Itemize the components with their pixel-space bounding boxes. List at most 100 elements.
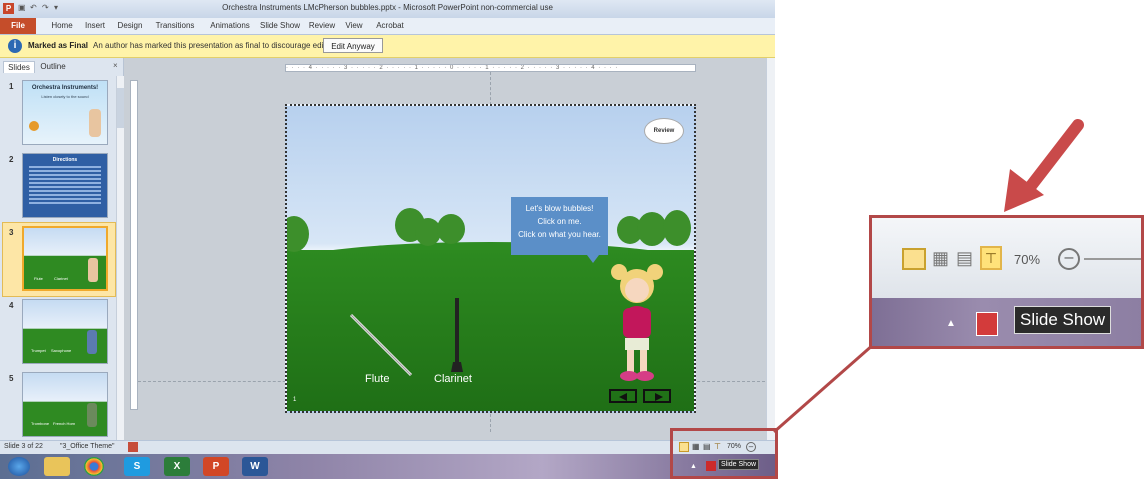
thumbnail-caption: Saxophone (51, 348, 72, 353)
thumbnail-number: 5 (9, 374, 14, 383)
panel-scrollbar[interactable] (116, 76, 124, 440)
clarinet-label: Clarinet (434, 373, 472, 385)
tab-file[interactable]: File (0, 18, 36, 34)
thumbnail-number: 3 (9, 228, 14, 237)
tab-review[interactable]: Review (306, 20, 338, 32)
slide-thumbnail-2[interactable]: Directions (22, 153, 108, 218)
flute-icon[interactable] (347, 311, 417, 381)
slide-sorter-icon[interactable]: ▦ (932, 248, 949, 269)
thumbnail-caption: Flute (34, 276, 43, 281)
scrollbar-thumb[interactable] (117, 88, 124, 128)
taskbar: S X P W ▲ Slide Show (0, 454, 775, 479)
slide-canvas[interactable]: Review Let's blow bubbles! Click on me. … (285, 104, 696, 413)
thumbnail-caption: Trombone (31, 421, 50, 426)
thumbnail-caption: Trumpet (31, 348, 46, 353)
marked-as-final-bar: i Marked as Final An author has marked t… (0, 35, 775, 58)
tab-design[interactable]: Design (114, 20, 146, 32)
slides-panel: Slides Outline × 1 Orchestra Instruments… (0, 58, 124, 440)
tab-insert[interactable]: Insert (80, 20, 110, 32)
flute-label: Flute (365, 373, 390, 385)
speech-bubble-tail (587, 255, 599, 263)
tree-icon (663, 210, 691, 246)
edit-anyway-button[interactable]: Edit Anyway (323, 38, 383, 53)
vertical-ruler (130, 80, 138, 410)
slide-show-tooltip: Slide Show (1014, 306, 1112, 334)
file-explorer-icon[interactable] (44, 457, 70, 476)
zoom-out-icon[interactable]: – (1058, 248, 1080, 270)
powerpoint-window: P ▣ ↶ ↷ ▾ Orchestra Instruments LMcPhers… (0, 0, 775, 479)
thumbnail-caption: French Horn (53, 421, 76, 426)
zoom-taskbar: ▲ Slide Show (872, 298, 1141, 346)
powerpoint-taskbar-icon[interactable]: P (203, 457, 229, 476)
horizontal-ruler: · · · · 4 · · · · · 3 · · · · · 2 · · · … (285, 64, 696, 72)
slide-thumbnail-3[interactable]: Flute Clarinet (22, 226, 108, 291)
close-panel-icon[interactable]: × (113, 61, 118, 70)
previous-slide-button[interactable] (609, 389, 637, 403)
review-button[interactable]: Review (644, 118, 684, 144)
clarinet-icon[interactable] (450, 296, 464, 374)
normal-view-icon[interactable] (902, 248, 926, 270)
tab-slides[interactable]: Slides (3, 61, 35, 73)
ribbon-tabs: File Home Insert Design Transitions Anim… (0, 18, 775, 35)
tab-outline[interactable]: Outline (36, 61, 70, 72)
sun-icon (29, 121, 39, 131)
character-icon (87, 403, 97, 427)
bubble-line-3: Click on what you hear. (518, 230, 601, 239)
word-icon[interactable]: W (242, 457, 268, 476)
start-button-icon[interactable] (8, 457, 30, 476)
skype-icon[interactable]: S (124, 457, 150, 476)
tab-transitions[interactable]: Transitions (150, 20, 200, 32)
annotation-small-box (670, 428, 778, 479)
tab-slide-show[interactable]: Slide Show (258, 20, 302, 32)
tab-home[interactable]: Home (48, 20, 76, 32)
theme-name[interactable]: "3_Office Theme" (60, 443, 115, 450)
thumbnail-number: 2 (9, 155, 14, 164)
slide-show-icon[interactable]: ⊤ (980, 246, 1002, 270)
bubble-line-2: Click on me. (537, 217, 582, 226)
excel-icon[interactable]: X (164, 457, 190, 476)
tree-icon (437, 214, 465, 244)
speech-bubble[interactable]: Let's blow bubbles! Click on me. Click o… (511, 197, 608, 255)
slide-thumbnail-4[interactable]: Trumpet Saxophone (22, 299, 108, 364)
thumbnail-number: 4 (9, 301, 14, 310)
slide-thumbnail-5[interactable]: Trombone French Horn (22, 372, 108, 437)
character-icon (89, 109, 101, 137)
left-arrow-icon (619, 393, 627, 401)
slide-thumbnail-1[interactable]: Orchestra Instruments! Listen closely to… (22, 80, 108, 145)
action-center-flag-icon[interactable] (976, 312, 998, 336)
annotation-connector (773, 342, 875, 434)
spellcheck-icon[interactable] (128, 442, 138, 452)
tab-acrobat[interactable]: Acrobat (372, 20, 408, 32)
slide-number: 1 (293, 397, 297, 403)
thumbnail-caption: Clarinet (54, 276, 68, 281)
tree-icon (287, 216, 309, 252)
tab-animations[interactable]: Animations (206, 20, 254, 32)
thumbnail-title: Orchestra Instruments! (31, 85, 99, 91)
next-slide-button[interactable] (643, 389, 671, 403)
right-arrow-icon (655, 393, 663, 401)
thumbnail-list: 1 Orchestra Instruments! Listen closely … (0, 76, 116, 440)
title-bar: P ▣ ↶ ↷ ▾ Orchestra Instruments LMcPhers… (0, 0, 775, 18)
info-icon: i (8, 39, 22, 53)
thumbnail-title: Directions (52, 157, 78, 163)
thumbnail-number: 1 (9, 82, 14, 91)
slide-counter: Slide 3 of 22 (4, 443, 43, 450)
zoom-statusbar: ▦ ▤ ⊤ 70% – (872, 218, 1141, 298)
status-bar: Slide 3 of 22 "3_Office Theme" ▦ ▤ ⊤ 70%… (0, 440, 775, 455)
thumbnail-text-block (29, 166, 101, 204)
marked-as-final-label: Marked as Final (28, 41, 89, 50)
chrome-icon[interactable] (84, 457, 104, 476)
tab-view[interactable]: View (340, 20, 368, 32)
reading-view-icon[interactable]: ▤ (956, 248, 973, 269)
character-icon (88, 258, 98, 282)
window-title: Orchestra Instruments LMcPherson bubbles… (222, 3, 553, 12)
notification-arrow-icon[interactable]: ▲ (946, 318, 956, 329)
zoom-slider-track[interactable] (1084, 258, 1141, 260)
character-icon (87, 330, 97, 354)
bubble-line-1: Let's blow bubbles! (525, 204, 594, 213)
girl-character-icon[interactable] (605, 262, 669, 384)
red-arrow-icon (1004, 119, 1084, 212)
thumbnail-subtitle: Listen closely to the sound (41, 94, 89, 99)
zoom-level[interactable]: 70% (1014, 252, 1040, 267)
marked-as-final-message: An author has marked this presentation a… (93, 41, 339, 50)
